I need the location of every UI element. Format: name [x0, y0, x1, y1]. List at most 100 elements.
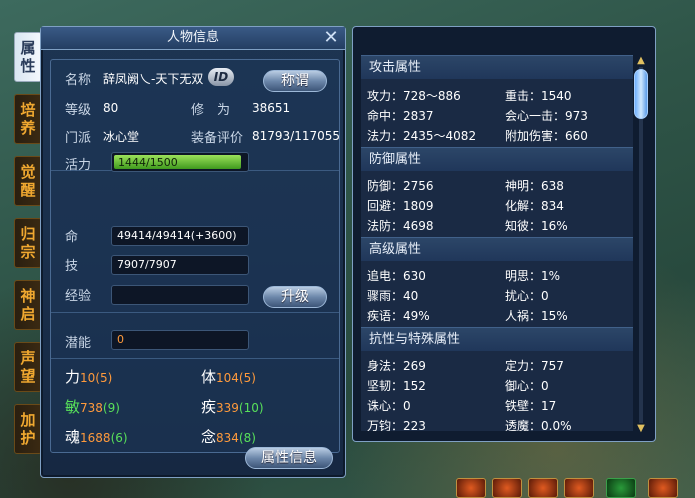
stat-speed: 疾339(10)	[201, 396, 264, 417]
attr-cell: 扰心：0	[505, 289, 549, 303]
level-label: 等级	[65, 103, 92, 118]
stat-value: 339	[216, 401, 239, 415]
skill-slot-icon[interactable]	[456, 478, 486, 498]
stat-label: 魂	[65, 428, 81, 446]
tab-label: 培养	[20, 101, 36, 137]
character-name: 辞凤阙乀-天下无双	[103, 72, 204, 86]
attr-cell: 人祸：15%	[505, 309, 568, 323]
mp-label: 技	[65, 259, 79, 274]
stat-bonus: (5)	[238, 371, 256, 385]
stat-bonus: (9)	[102, 401, 120, 415]
attr-cell: 会心一击：973	[505, 109, 588, 123]
hp-label: 命	[65, 230, 79, 245]
attributes-scrollbar[interactable]: ▲ ▼	[633, 55, 649, 435]
attr-cell: 定力：757	[505, 359, 564, 373]
attr-cell: 追电：630	[367, 269, 426, 283]
attr-cell: 回避：1809	[367, 199, 434, 213]
potential-label: 潜能	[65, 336, 92, 351]
tab-label: 声望	[20, 349, 36, 385]
cultivation-value: 38651	[252, 101, 291, 115]
stat-label: 疾	[201, 398, 217, 416]
stat-spirit: 魂1688(6)	[65, 426, 128, 447]
attr-cell: 诛心：0	[367, 399, 411, 413]
stat-value: 834	[216, 431, 239, 445]
attr-cell: 御心：0	[505, 379, 549, 393]
cultivation-label: 修 为	[191, 103, 231, 118]
exp-field	[111, 285, 249, 305]
attributes-list: 攻击属性 攻力：728～886 重击：1540 命中：2837 会心一击：973…	[361, 55, 633, 431]
section-header-defense: 防御属性	[361, 147, 633, 171]
skill-slot-icon[interactable]	[648, 478, 678, 498]
section-header-attack: 攻击属性	[361, 55, 633, 79]
tab-label: 觉醒	[20, 163, 36, 199]
hp-field: 49414/49414(+3600)	[111, 226, 249, 246]
stat-label: 念	[201, 428, 217, 446]
attr-cell: 知彼：16%	[505, 219, 568, 233]
tab-attributes[interactable]: 属性	[14, 32, 42, 82]
attr-cell: 明思：1%	[505, 269, 561, 283]
stat-label: 敏	[65, 398, 81, 416]
attr-cell: 防御：2756	[367, 179, 434, 193]
tab-reputation[interactable]: 声望	[14, 342, 42, 392]
scroll-up-icon[interactable]: ▲	[633, 55, 649, 67]
sect-label: 门派	[65, 131, 92, 146]
tab-cultivate[interactable]: 培养	[14, 94, 42, 144]
stat-value: 1688	[80, 431, 111, 445]
attr-cell: 法力：2435～4082	[367, 129, 477, 143]
stat-value: 738	[80, 401, 103, 415]
potential-value: 0	[117, 333, 124, 346]
vitality-bar: 1444/1500	[111, 152, 249, 172]
tab-label: 神启	[20, 287, 36, 323]
stat-bonus: (8)	[238, 431, 256, 445]
stat-value: 10	[80, 371, 96, 385]
info-content: 名称 辞凤阙乀-天下无双 ID 称谓 等级 80 修 为 38651 门派 冰心…	[50, 59, 340, 453]
upgrade-button[interactable]: 升级	[263, 286, 327, 308]
stat-label: 体	[201, 368, 217, 386]
scroll-down-icon[interactable]: ▼	[633, 423, 649, 435]
name-label: 名称	[65, 73, 92, 88]
divider	[51, 358, 339, 359]
stat-bonus: (10)	[238, 401, 264, 415]
stat-value: 104	[216, 371, 239, 385]
stat-mind: 念834(8)	[201, 426, 256, 447]
skill-slot-icon[interactable]	[492, 478, 522, 498]
close-icon[interactable]: ✕	[321, 29, 341, 47]
exp-label: 经验	[65, 289, 92, 304]
stat-bonus: (5)	[95, 371, 113, 385]
skill-slot-icon[interactable]	[528, 478, 558, 498]
scroll-thumb[interactable]	[634, 69, 648, 119]
attribute-info-button[interactable]: 属性信息	[245, 447, 333, 469]
title-button[interactable]: 称谓	[263, 70, 327, 92]
attr-cell: 疾语：49%	[367, 309, 430, 323]
equip-rating-value: 81793/117055	[252, 129, 341, 143]
stat-constitution: 体104(5)	[201, 366, 256, 387]
attributes-panel: 攻击属性 攻力：728～886 重击：1540 命中：2837 会心一击：973…	[352, 26, 656, 442]
vitality-fill: 1444/1500	[114, 155, 242, 169]
tab-divine[interactable]: 神启	[14, 280, 42, 330]
panel-title: 人物信息	[41, 27, 345, 50]
attr-cell: 附加伤害：660	[505, 129, 588, 143]
skill-slot-icon[interactable]	[564, 478, 594, 498]
attr-cell: 骤雨：40	[367, 289, 419, 303]
stat-agility: 敏738(9)	[65, 396, 120, 417]
level-value: 80	[103, 101, 119, 115]
attr-cell: 法防：4698	[367, 219, 434, 233]
sect-value: 冰心堂	[103, 130, 140, 144]
scroll-track[interactable]	[639, 67, 643, 423]
equip-rating-label: 装备评价	[191, 131, 244, 146]
skill-slot-icon[interactable]	[606, 478, 636, 498]
mp-value: 7907/7907	[117, 258, 177, 271]
id-badge[interactable]: ID	[208, 68, 234, 86]
character-info-panel: 人物信息 ✕ 名称 辞凤阙乀-天下无双 ID 称谓 等级 80 修 为 3865…	[40, 26, 346, 478]
stat-bonus: (6)	[110, 431, 128, 445]
attr-cell: 透魔：0.0%	[505, 419, 572, 431]
tab-return[interactable]: 归宗	[14, 218, 42, 268]
tab-label: 属性	[20, 39, 36, 75]
attr-cell: 命中：2837	[367, 109, 434, 123]
attr-cell: 身法：269	[367, 359, 426, 373]
stat-strength: 力10(5)	[65, 366, 112, 387]
tab-protection[interactable]: 加护	[14, 404, 42, 454]
hp-value: 49414/49414(+3600)	[117, 229, 237, 242]
attr-cell: 重击：1540	[505, 89, 572, 103]
tab-awaken[interactable]: 觉醒	[14, 156, 42, 206]
